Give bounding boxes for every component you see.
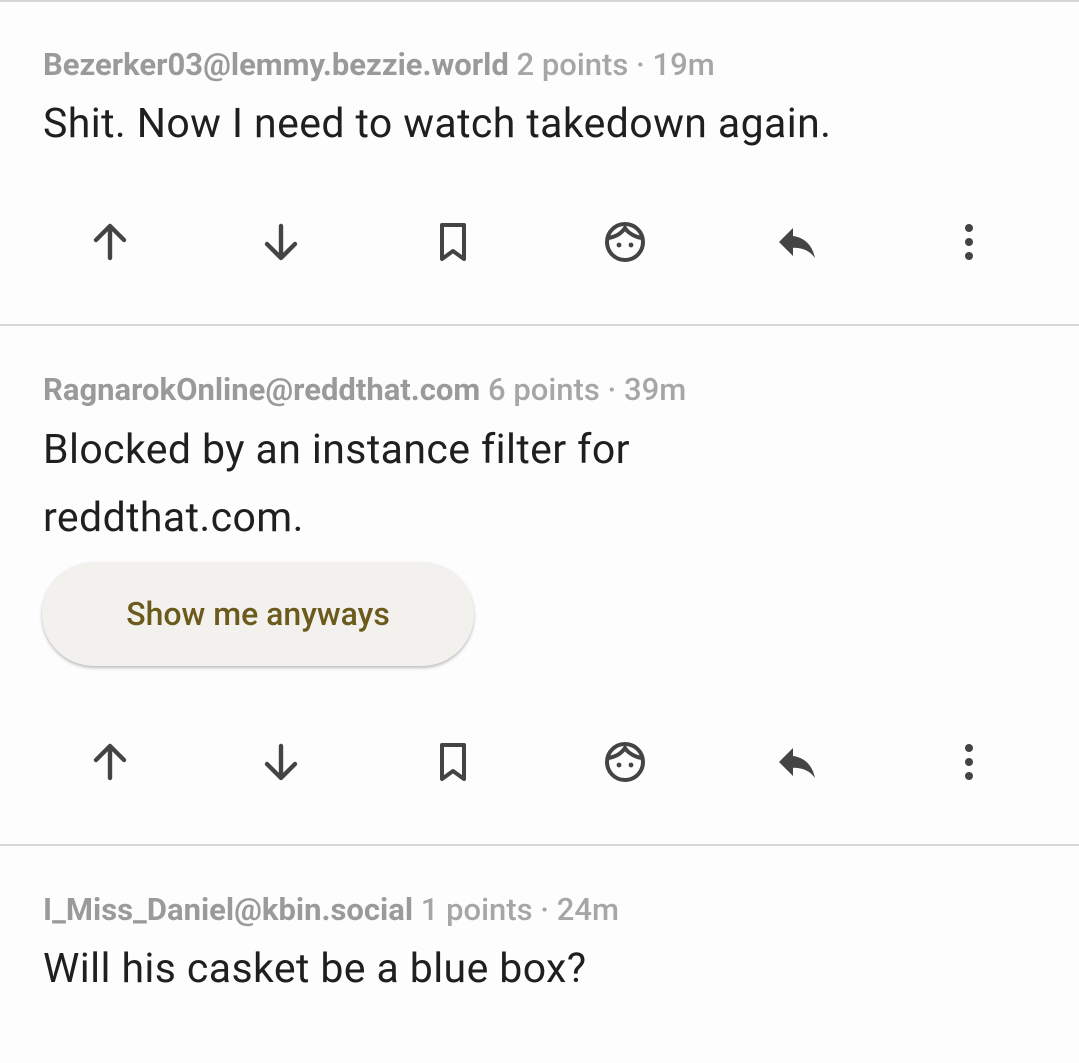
- upvote-button[interactable]: [70, 722, 150, 802]
- reply-icon: [779, 748, 815, 778]
- downvote-icon: [264, 743, 298, 781]
- comment-time: 24m: [556, 891, 620, 928]
- comment-author[interactable]: Bezerker03@lemmy.bezzie.world: [43, 46, 509, 83]
- reply-icon: [779, 228, 815, 258]
- user-icon: [605, 742, 645, 782]
- downvote-button[interactable]: [241, 202, 321, 282]
- comment-author[interactable]: I_Miss_Daniel@kbin.social: [43, 891, 413, 928]
- reply-button[interactable]: [757, 722, 837, 802]
- comment-body: Blocked by an instance filter for reddth…: [43, 416, 630, 552]
- save-button[interactable]: [413, 722, 493, 802]
- comment-points: 2 points: [516, 46, 629, 83]
- comment-meta: Bezerker03@lemmy.bezzie.world 2 points ·…: [43, 46, 715, 83]
- more-options-button[interactable]: [929, 722, 1009, 802]
- comment-author[interactable]: RagnarokOnline@reddthat.com: [43, 371, 480, 408]
- top-divider: [0, 0, 1079, 2]
- upvote-button[interactable]: [70, 202, 150, 282]
- user-icon: [605, 222, 645, 262]
- comment-body-line: Blocked by an instance filter for: [43, 426, 630, 474]
- reply-button[interactable]: [757, 202, 837, 282]
- comment-body: Shit. Now I need to watch takedown again…: [43, 100, 832, 148]
- more-vert-icon: [965, 224, 973, 260]
- upvote-icon: [93, 743, 127, 781]
- comment-points: 1 points: [420, 891, 533, 928]
- comment-divider: [0, 324, 1079, 326]
- meta-separator: ·: [607, 371, 617, 408]
- bookmark-icon: [440, 223, 466, 261]
- comment-divider: [0, 844, 1079, 846]
- meta-separator: ·: [636, 46, 645, 83]
- comment-meta: I_Miss_Daniel@kbin.social 1 points · 24m: [43, 891, 619, 928]
- comment-actions: [0, 722, 1079, 802]
- more-options-button[interactable]: [929, 202, 1009, 282]
- meta-separator: ·: [540, 891, 550, 928]
- comment-time: 39m: [624, 371, 687, 408]
- downvote-icon: [264, 223, 298, 261]
- user-button[interactable]: [585, 202, 665, 282]
- more-vert-icon: [965, 744, 973, 780]
- bookmark-icon: [440, 743, 466, 781]
- downvote-button[interactable]: [241, 722, 321, 802]
- user-button[interactable]: [585, 722, 665, 802]
- comment-actions: [0, 202, 1079, 282]
- comment-time: 19m: [652, 46, 715, 83]
- comment-meta: RagnarokOnline@reddthat.com 6 points · 3…: [43, 371, 686, 408]
- save-button[interactable]: [413, 202, 493, 282]
- comment-points: 6 points: [488, 371, 600, 408]
- comment-body: Will his casket be a blue box?: [43, 945, 587, 993]
- upvote-icon: [93, 223, 127, 261]
- show-anyway-button[interactable]: Show me anyways: [42, 562, 474, 666]
- comment-body-line: reddthat.com.: [43, 494, 304, 542]
